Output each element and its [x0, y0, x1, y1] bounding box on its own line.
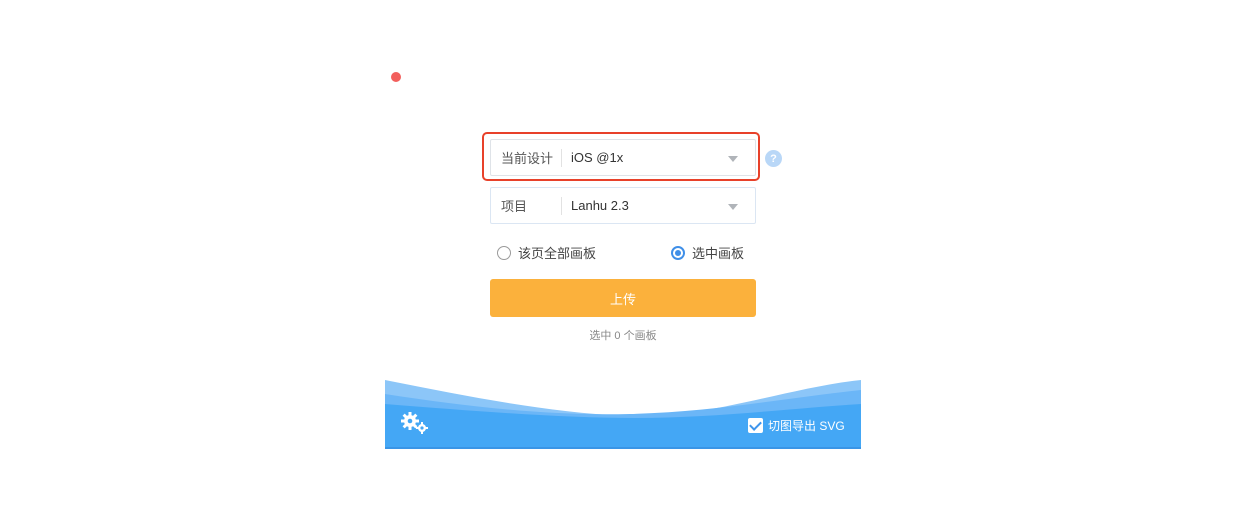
footer-wave-bar — [385, 378, 861, 449]
checkbox-checked-icon[interactable] — [748, 418, 763, 433]
radio-selected-artboards-label: 选中画板 — [692, 246, 745, 261]
selection-status: 选中 0 个画板 — [589, 330, 657, 342]
wave-background — [385, 380, 861, 449]
project-select-label: 项目 — [501, 199, 528, 214]
export-svg-toggle[interactable]: 切图导出 SVG — [748, 417, 845, 434]
help-icon[interactable]: ? — [765, 150, 782, 167]
chevron-down-icon[interactable] — [728, 203, 738, 210]
project-select[interactable]: 项目 Lanhu 2.3 — [490, 187, 756, 224]
radio-selected-artboards[interactable]: 选中画板 — [671, 243, 744, 262]
project-select-value: Lanhu 2.3 — [571, 198, 629, 213]
lanhu-upload-panel: 当前设计 iOS @1x ? 项目 Lanhu 2.3 该页全部画板 选中画板 … — [0, 0, 1246, 519]
upload-button[interactable]: 上传 — [490, 279, 756, 317]
gear-icon[interactable] — [400, 411, 430, 435]
radio-button[interactable] — [497, 245, 511, 260]
radio-all-artboards[interactable]: 该页全部画板 — [497, 243, 596, 262]
radio-button-checked[interactable] — [671, 245, 685, 260]
close-window-button[interactable] — [391, 72, 401, 82]
export-svg-label: 切图导出 SVG — [768, 419, 845, 433]
design-select-highlight — [482, 132, 760, 181]
radio-all-artboards-label: 该页全部画板 — [518, 246, 597, 261]
